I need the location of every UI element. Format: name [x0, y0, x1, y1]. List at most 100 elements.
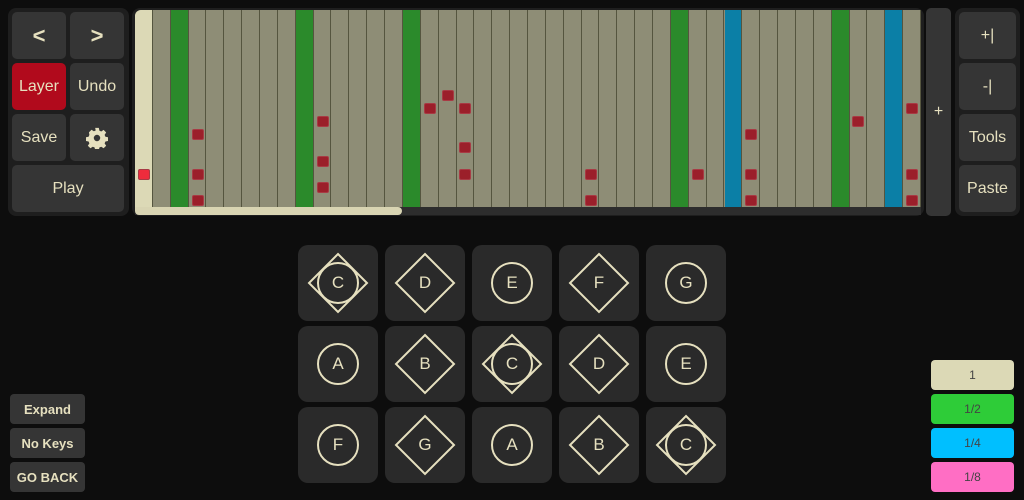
grid-column[interactable]	[813, 10, 832, 207]
note-pad-a[interactable]: A	[298, 326, 378, 402]
expand-button[interactable]: Expand	[10, 394, 85, 424]
note-block[interactable]	[441, 89, 454, 101]
undo-button[interactable]: Undo	[70, 63, 124, 110]
grid-column[interactable]	[331, 10, 350, 207]
grid-column[interactable]	[510, 10, 528, 207]
note-pad-g[interactable]: G	[385, 407, 465, 483]
note-block[interactable]	[137, 168, 150, 180]
note-block[interactable]	[691, 168, 704, 180]
note-pad-b[interactable]: B	[385, 326, 465, 402]
grid-column[interactable]	[617, 10, 636, 207]
note-block[interactable]	[584, 194, 597, 206]
tools-button[interactable]: Tools	[959, 114, 1016, 161]
paste-button[interactable]: Paste	[959, 165, 1016, 212]
gear-icon	[86, 127, 108, 149]
no-keys-button[interactable]: No Keys	[10, 428, 85, 458]
note-pad-b[interactable]: B	[559, 407, 639, 483]
grid-column[interactable]	[563, 10, 582, 207]
duration-whole-button[interactable]: 1	[931, 360, 1014, 390]
grid-column[interactable]	[206, 10, 225, 207]
note-block[interactable]	[459, 103, 472, 114]
grid-column[interactable]	[438, 10, 457, 207]
note-block[interactable]	[459, 142, 472, 154]
note-block[interactable]	[906, 103, 919, 114]
note-block[interactable]	[852, 116, 865, 128]
note-block[interactable]	[423, 103, 436, 114]
note-pad-c[interactable]: C	[472, 326, 552, 402]
grid-column[interactable]	[528, 10, 546, 207]
grid-column[interactable]	[653, 10, 671, 207]
note-pad-d[interactable]: D	[559, 326, 639, 402]
remove-bar-button[interactable]: -|	[959, 63, 1016, 110]
bar-marker-column[interactable]	[170, 10, 189, 207]
note-block[interactable]	[745, 168, 758, 180]
previous-button[interactable]: <	[12, 12, 66, 59]
grid-column[interactable]	[760, 10, 779, 207]
note-block[interactable]	[191, 129, 204, 141]
grid-column[interactable]	[778, 10, 796, 207]
note-block[interactable]	[745, 194, 758, 206]
layer-button[interactable]: Layer	[12, 63, 66, 110]
note-block[interactable]	[316, 116, 329, 128]
note-label: A	[332, 354, 344, 373]
note-block[interactable]	[191, 194, 204, 206]
note-label: D	[418, 273, 432, 292]
grid-column[interactable]	[849, 10, 868, 207]
grid-column[interactable]	[313, 10, 332, 207]
note-pad-a[interactable]: A	[472, 407, 552, 483]
grid-column[interactable]	[277, 10, 296, 207]
grid-column[interactable]	[367, 10, 386, 207]
loop-marker-column[interactable]	[724, 10, 743, 207]
grid-column[interactable]	[706, 10, 725, 207]
sequencer-grid[interactable]	[135, 10, 921, 207]
note-pad-f[interactable]: F	[298, 407, 378, 483]
grid-column[interactable]	[492, 10, 511, 207]
play-button[interactable]: Play	[12, 165, 124, 212]
go-back-button[interactable]: GO BACK	[10, 462, 85, 492]
note-label: D	[592, 354, 606, 373]
note-pad-c[interactable]: C	[646, 407, 726, 483]
bar-marker-column[interactable]	[295, 10, 314, 207]
scrollbar-thumb[interactable]	[135, 207, 403, 215]
duration-eighth-button[interactable]: 1/8	[931, 462, 1014, 492]
note-block[interactable]	[584, 168, 597, 180]
grid-column[interactable]	[867, 10, 886, 207]
note-block[interactable]	[745, 129, 758, 141]
note-label: E	[506, 273, 518, 292]
settings-button[interactable]	[70, 114, 124, 161]
note-block[interactable]	[316, 181, 329, 193]
grid-column[interactable]	[152, 10, 171, 207]
note-pad-e[interactable]: E	[646, 326, 726, 402]
bar-marker-column[interactable]	[670, 10, 689, 207]
duration-quarter-button[interactable]: 1/4	[931, 428, 1014, 458]
grid-column[interactable]	[349, 10, 368, 207]
duration-half-button[interactable]: 1/2	[931, 394, 1014, 424]
grid-column[interactable]	[242, 10, 261, 207]
loop-marker-column[interactable]	[885, 10, 904, 207]
add-bar-button[interactable]: +|	[959, 12, 1016, 59]
note-block[interactable]	[906, 168, 919, 180]
note-pad-g[interactable]: G	[646, 245, 726, 321]
next-button[interactable]: >	[70, 12, 124, 59]
save-button[interactable]: Save	[12, 114, 66, 161]
note-block[interactable]	[316, 155, 329, 167]
grid-column[interactable]	[260, 10, 278, 207]
note-block[interactable]	[459, 168, 472, 180]
note-block[interactable]	[191, 168, 204, 180]
note-block[interactable]	[906, 194, 919, 206]
note-pad-e[interactable]: E	[472, 245, 552, 321]
grid-column[interactable]	[385, 10, 403, 207]
note-pad-f[interactable]: F	[559, 245, 639, 321]
add-column-button[interactable]: +	[926, 8, 951, 216]
grid-column[interactable]	[795, 10, 814, 207]
grid-column[interactable]	[224, 10, 243, 207]
grid-column[interactable]	[599, 10, 618, 207]
note-pad-c[interactable]: C	[298, 245, 378, 321]
bar-marker-column[interactable]	[402, 10, 421, 207]
grid-column[interactable]	[545, 10, 564, 207]
grid-column[interactable]	[474, 10, 493, 207]
bar-marker-column[interactable]	[831, 10, 850, 207]
note-label: E	[680, 354, 692, 373]
grid-column[interactable]	[635, 10, 654, 207]
note-pad-d[interactable]: D	[385, 245, 465, 321]
